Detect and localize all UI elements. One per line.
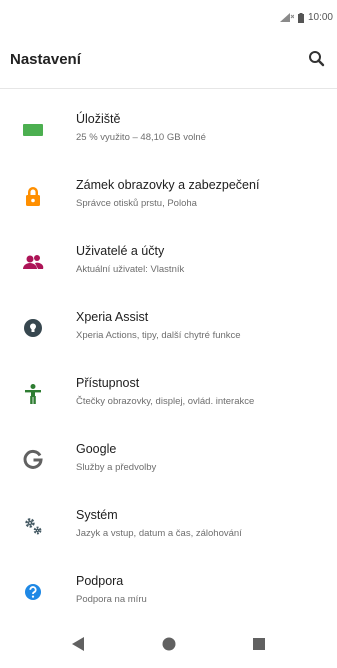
settings-item-xperia-assist[interactable]: Xperia Assist Xperia Actions, tipy, dalš… <box>0 298 337 364</box>
settings-item-system[interactable]: Systém Jazyk a vstup, datum a čas, záloh… <box>0 496 337 562</box>
settings-item-subtitle: Xperia Actions, tipy, další chytré funkc… <box>76 330 241 341</box>
system-gear-icon <box>22 515 44 537</box>
settings-item-users[interactable]: Uživatelé a účty Aktuální uživatel: Vlas… <box>0 232 337 298</box>
settings-item-title: Google <box>76 442 117 456</box>
lock-icon <box>22 185 44 207</box>
settings-item-title: Systém <box>76 508 118 522</box>
recents-icon <box>253 638 265 650</box>
settings-item-google[interactable]: Google Služby a předvolby <box>0 430 337 496</box>
help-icon <box>22 581 44 603</box>
navigation-bar <box>0 618 337 668</box>
back-button[interactable] <box>69 635 87 653</box>
settings-item-subtitle: Čtečky obrazovky, displej, ovlád. intera… <box>76 396 255 407</box>
settings-item-storage[interactable]: Úložiště 25 % využito – 48,10 GB volné <box>0 100 337 166</box>
settings-item-title: Podpora <box>76 574 124 588</box>
home-icon <box>162 637 176 651</box>
settings-item-title: Xperia Assist <box>76 310 149 324</box>
settings-list: Úložiště 25 % využito – 48,10 GB volné Z… <box>0 100 337 628</box>
search-button[interactable] <box>307 49 327 69</box>
signal-icon <box>279 13 294 22</box>
page-title: Nastavení <box>10 51 81 68</box>
settings-item-title: Úložiště <box>76 112 121 126</box>
settings-item-subtitle: 25 % využito – 48,10 GB volné <box>76 132 206 143</box>
settings-item-accessibility[interactable]: Přístupnost Čtečky obrazovky, displej, o… <box>0 364 337 430</box>
settings-item-subtitle: Podpora na míru <box>76 594 147 605</box>
settings-item-title: Přístupnost <box>76 376 140 390</box>
status-time: 10:00 <box>307 12 333 23</box>
storage-icon <box>22 119 44 141</box>
users-icon <box>22 251 44 273</box>
home-button[interactable] <box>160 635 178 653</box>
settings-item-subtitle: Jazyk a vstup, datum a čas, zálohování <box>76 528 242 539</box>
battery-icon <box>297 12 304 23</box>
settings-item-title: Uživatelé a účty <box>76 244 165 258</box>
app-bar: Nastavení <box>0 34 337 89</box>
settings-item-screen-lock[interactable]: Zámek obrazovky a zabezpečení Správce ot… <box>0 166 337 232</box>
settings-item-subtitle: Služby a předvolby <box>76 462 157 473</box>
back-icon <box>72 637 84 651</box>
status-icons: 10:00 <box>279 12 333 23</box>
xperia-assist-icon <box>22 317 44 339</box>
accessibility-icon <box>22 383 44 405</box>
search-icon <box>309 51 325 67</box>
settings-item-title: Zámek obrazovky a zabezpečení <box>76 178 260 192</box>
recents-button[interactable] <box>250 635 268 653</box>
status-bar: 10:00 <box>0 0 337 34</box>
settings-item-subtitle: Správce otisků prstu, Poloha <box>76 198 197 209</box>
settings-item-subtitle: Aktuální uživatel: Vlastník <box>76 264 185 275</box>
google-icon <box>22 449 44 471</box>
